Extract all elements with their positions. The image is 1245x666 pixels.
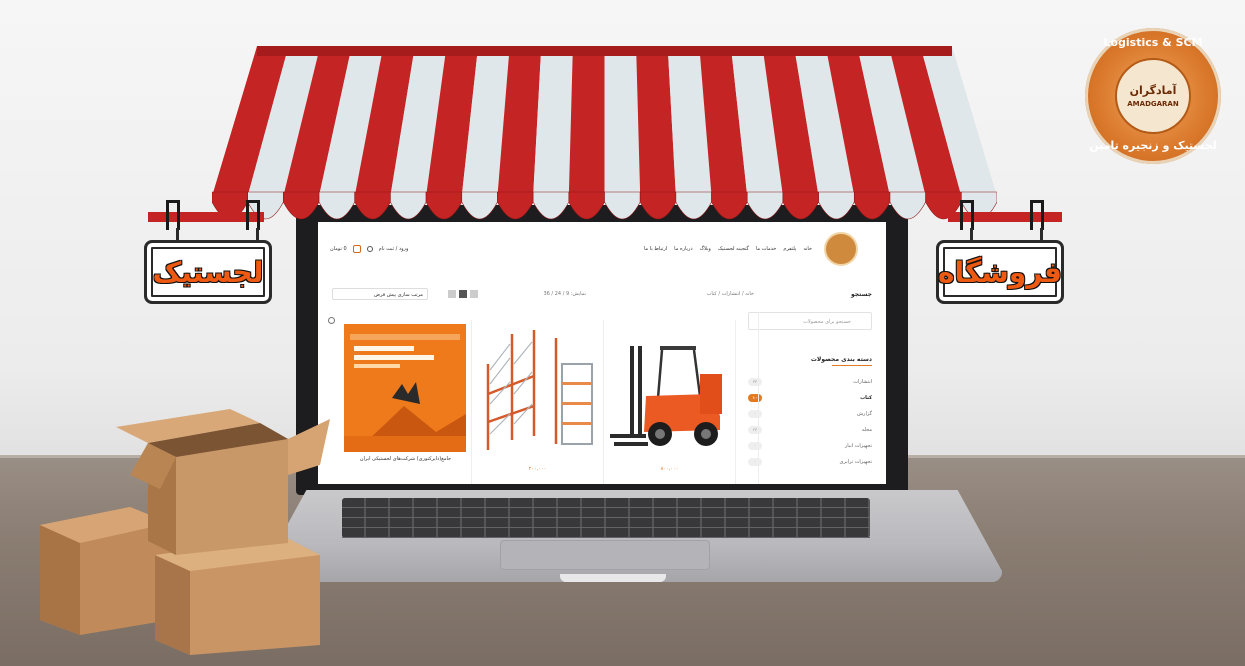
awning-scallop: [568, 191, 605, 220]
sign-hook: [960, 200, 974, 230]
awning-scallop: [639, 191, 677, 220]
sign-hook: [246, 200, 260, 230]
list-view-icon[interactable]: [448, 290, 456, 298]
laptop-trackpad: [500, 540, 710, 570]
product-image-book: [344, 324, 466, 452]
grid-view-icon[interactable]: [470, 290, 478, 298]
category-item[interactable]: تجهیزات ترابری ۰: [748, 454, 872, 470]
cardboard-boxes: [40, 409, 330, 655]
awning-scallop: [354, 191, 391, 220]
category-item[interactable]: مجله ۲۳: [748, 422, 872, 438]
breadcrumb[interactable]: خانه / انتشارات / کتاب: [707, 291, 754, 297]
nav-item[interactable]: خدمات ما: [756, 246, 776, 252]
nav-item[interactable]: پلتفرم: [783, 246, 796, 252]
awning-scallop: [283, 191, 320, 220]
category-item[interactable]: تجهیزات انبار ۰: [748, 438, 872, 454]
awning-scallop: [497, 191, 534, 220]
awning-scallop: [461, 191, 498, 220]
shop-website: خانه پلتفرم خدمات ما گنجینه لجستیک وبلاگ…: [318, 222, 886, 484]
awning-scallop: [675, 191, 712, 220]
awning-stripe: [568, 46, 605, 196]
category-count: ۲۳: [748, 426, 762, 434]
category-count: ۳۳: [748, 378, 762, 386]
sign-shop: فروشگاه: [936, 240, 1064, 304]
product-grid: جامع(دایرکتوری) شرکت‌های لجستیکی ایران: [340, 320, 736, 484]
category-item[interactable]: انتشارات ۳۳: [748, 374, 872, 390]
category-count: ۰: [748, 442, 762, 450]
logo-name-en: AMADGARAN: [1127, 100, 1179, 108]
logo-name-fa: آمادگران: [1129, 84, 1177, 97]
cart-icon[interactable]: [352, 245, 361, 253]
categories-underline: [832, 365, 872, 366]
awning-scallop: [818, 191, 855, 220]
category-label: گزارش: [856, 411, 872, 417]
awning-scallop: [425, 191, 463, 220]
product-card[interactable]: جامع(دایرکتوری) شرکت‌های لجستیکی ایران: [340, 320, 472, 484]
product-price: ۸۰۰,۰۰۰: [660, 466, 679, 472]
view-toggle: [448, 290, 478, 298]
search-icon[interactable]: [366, 246, 373, 252]
sign-hook: [1030, 200, 1044, 230]
category-count: ۱۰: [748, 394, 762, 402]
site-nav: خانه پلتفرم خدمات ما گنجینه لجستیک وبلاگ…: [644, 246, 812, 252]
cart-total[interactable]: 0 تومان: [330, 246, 347, 252]
product-card[interactable]: ۲۰۰,۰۰۰: [472, 320, 604, 484]
sign-logistics-label: لجستیک: [152, 255, 264, 289]
site-header: خانه پلتفرم خدمات ما گنجینه لجستیک وبلاگ…: [318, 230, 886, 272]
shop-awning: [212, 46, 997, 220]
category-label: مجله: [861, 427, 872, 433]
awning-scallop: [318, 191, 356, 220]
logo-arc-top-text: Logistics & SCM: [1103, 36, 1203, 49]
per-page-selector[interactable]: نمایش: 9 / 24 / 36: [543, 291, 586, 297]
toolbar-row: خانه / انتشارات / کتاب نمایش: 9 / 24 / 3…: [318, 288, 886, 302]
sidebar-divider: [758, 312, 759, 484]
awning-scallop: [532, 191, 570, 220]
nav-item[interactable]: درباره ما: [674, 246, 692, 252]
category-label: تجهیزات ترابری: [839, 459, 872, 465]
categories-title: دسته بندی محصولات: [810, 356, 872, 363]
laptop-keyboard: [342, 498, 870, 538]
laptop-front-lip: [560, 574, 666, 582]
product-image-rack: [486, 330, 593, 450]
sign-shop-label: فروشگاه: [937, 255, 1063, 289]
awning-scallop: [889, 191, 926, 220]
category-list: انتشارات ۳۳ کتاب ۱۰ گزارش ۰ مجله ۲۳ تجهیزات …: [748, 374, 872, 470]
category-item[interactable]: کتاب ۱۰: [748, 390, 872, 406]
product-image-forklift: [610, 346, 722, 446]
category-label: کتاب: [860, 395, 872, 401]
sign-logistics: لجستیک: [144, 240, 272, 304]
sort-select[interactable]: مرتب سازی پیش فرض: [332, 288, 428, 300]
logo-arc-bottom-text: لجستیک و زنجیره تامین: [1089, 139, 1217, 152]
nav-item[interactable]: گنجینه لجستیک: [718, 246, 749, 252]
awning-scallop: [782, 191, 819, 220]
category-label: انتشارات: [853, 379, 872, 385]
awning-scallop: [604, 191, 641, 220]
awning-scallop: [390, 191, 427, 220]
grid-view-icon[interactable]: [459, 290, 467, 298]
nav-item[interactable]: خانه: [803, 246, 812, 252]
sign-hook: [166, 200, 180, 230]
amadgaran-logo: Logistics & SCM آمادگران AMADGARAN لجستی…: [1085, 28, 1221, 164]
laptop-screen: خانه پلتفرم خدمات ما گنجینه لجستیک وبلاگ…: [318, 222, 886, 484]
awning-stripe: [604, 46, 641, 196]
category-count: ۰: [748, 410, 762, 418]
product-name[interactable]: جامع(دایرکتوری) شرکت‌های لجستیکی ایران: [342, 456, 469, 462]
search-icon[interactable]: [328, 317, 335, 324]
category-count: ۰: [748, 458, 762, 466]
site-logo[interactable]: [824, 232, 858, 266]
product-search-input[interactable]: جستجو برای محصولات: [748, 312, 872, 330]
awning-scallop: [746, 191, 784, 220]
product-price: ۲۰۰,۰۰۰: [528, 466, 547, 472]
category-label: تجهیزات انبار: [844, 443, 872, 449]
awning-scallop: [853, 191, 891, 220]
login-link[interactable]: ورود / ثبت نام: [379, 246, 409, 252]
nav-item[interactable]: وبلاگ: [700, 246, 711, 252]
nav-item[interactable]: ارتباط با ما: [644, 246, 667, 252]
site-user-area: ورود / ثبت نام 0 تومان: [330, 245, 408, 253]
category-item[interactable]: گزارش ۰: [748, 406, 872, 422]
product-card[interactable]: ۸۰۰,۰۰۰: [604, 320, 736, 484]
awning-scallop: [711, 191, 748, 220]
